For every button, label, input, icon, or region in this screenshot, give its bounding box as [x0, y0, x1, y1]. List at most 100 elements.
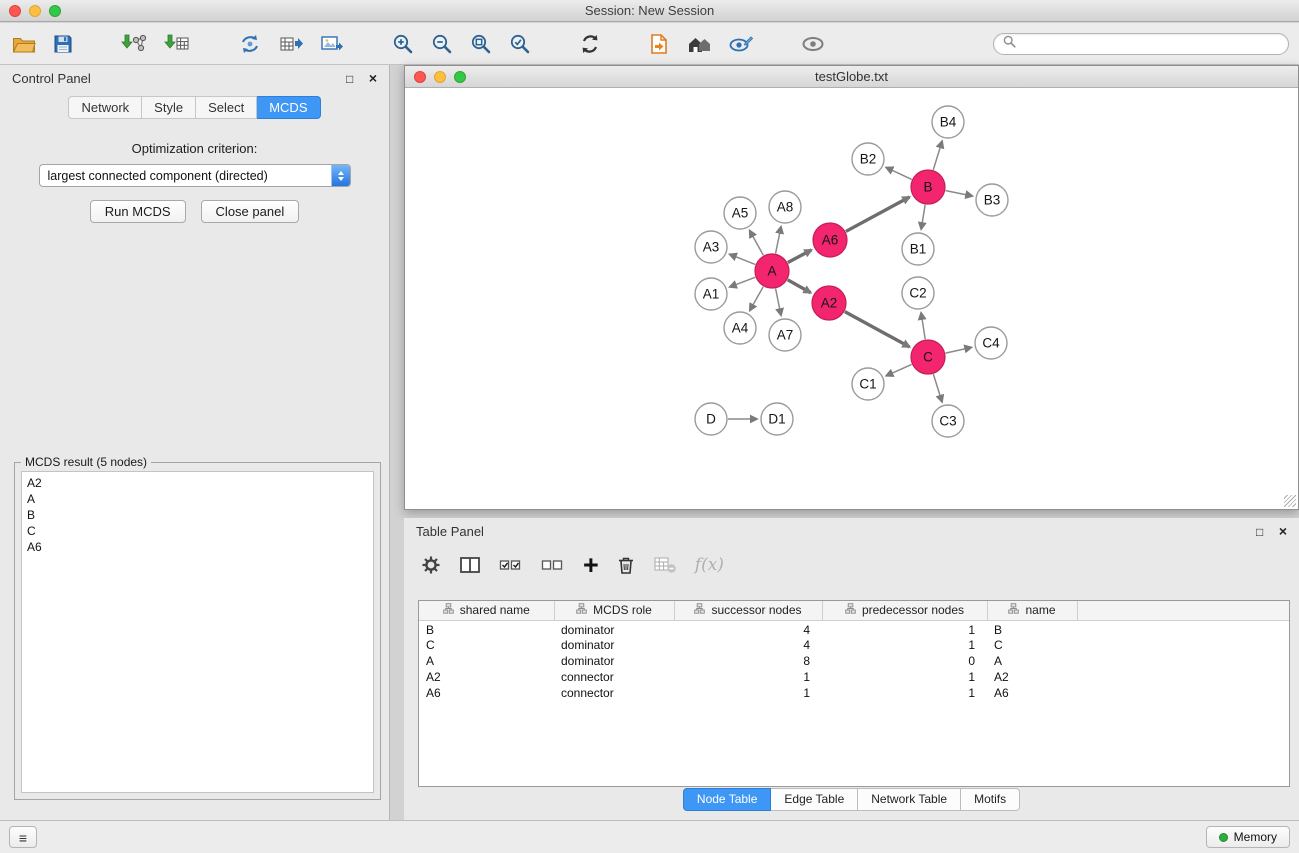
network-node-C3[interactable]: C3	[932, 405, 964, 437]
search-input[interactable]	[1021, 36, 1279, 52]
edge-B-B2[interactable]	[886, 167, 912, 179]
close-panel-icon[interactable]: ×	[369, 70, 377, 86]
edge-B-B4[interactable]	[933, 141, 942, 170]
close-panel-button[interactable]: Close panel	[201, 200, 300, 223]
network-node-A2[interactable]: A2	[812, 286, 846, 320]
edge-C-C2[interactable]	[921, 313, 925, 339]
edge-C-C4[interactable]	[946, 347, 972, 353]
open-file-panel-icon[interactable]	[649, 30, 669, 58]
zoom-fit-content-icon[interactable]	[470, 30, 492, 58]
network-node-A1[interactable]: A1	[695, 278, 727, 310]
table-row[interactable]: A2connector11A2	[419, 669, 1289, 685]
network-node-C[interactable]: C	[911, 340, 945, 374]
network-canvas[interactable]: B4 B2 B B3 A5 A8 A6 A3 B1 A C2 A1 A2 A4 A7 C4 C C1 D D1 C3	[405, 89, 1298, 509]
float-panel-icon[interactable]: □	[346, 72, 353, 86]
table-row[interactable]: Bdominator41B	[419, 620, 1289, 637]
run-mcds-button[interactable]: Run MCDS	[90, 200, 186, 223]
edge-A-A8[interactable]	[776, 227, 781, 254]
delete-columns-icon[interactable]	[617, 555, 635, 575]
zoom-selected-icon[interactable]	[509, 30, 531, 58]
apply-layout-icon[interactable]	[579, 30, 601, 58]
zoom-in-icon[interactable]	[392, 30, 414, 58]
network-node-B3[interactable]: B3	[976, 184, 1008, 216]
search-box[interactable]	[993, 33, 1289, 55]
edge-B-B3[interactable]	[946, 191, 973, 196]
table-row[interactable]: Cdominator41C	[419, 637, 1289, 653]
add-column-icon[interactable]: +	[583, 555, 599, 575]
column-header-predecessor-nodes[interactable]: predecessor nodes	[822, 601, 987, 620]
network-node-D1[interactable]: D1	[761, 403, 793, 435]
select-all-rows-icon[interactable]	[499, 555, 523, 575]
edge-A-A1[interactable]	[730, 277, 755, 287]
panel-menu-button[interactable]: ≡	[9, 826, 37, 848]
open-session-icon[interactable]	[12, 30, 36, 58]
memory-button[interactable]: Memory	[1206, 826, 1290, 848]
network-overview-icon[interactable]	[686, 30, 712, 58]
network-node-A5[interactable]: A5	[724, 197, 756, 229]
column-header-successor-nodes[interactable]: successor nodes	[674, 601, 822, 620]
export-network-icon[interactable]	[238, 30, 262, 58]
mcds-result-item[interactable]: A6	[27, 539, 368, 555]
network-minimize-button[interactable]	[434, 71, 446, 83]
edge-A-A4[interactable]	[750, 287, 763, 311]
tab-edge-table[interactable]: Edge Table	[771, 788, 858, 811]
edge-A2-C[interactable]	[845, 312, 910, 347]
deselect-all-rows-icon[interactable]	[541, 555, 565, 575]
network-node-A6[interactable]: A6	[813, 223, 847, 257]
network-close-button[interactable]	[414, 71, 426, 83]
table-float-panel-icon[interactable]: □	[1256, 525, 1263, 539]
network-maximize-button[interactable]	[454, 71, 466, 83]
tab-node-table[interactable]: Node Table	[683, 788, 772, 811]
column-header-mcds-role[interactable]: MCDS role	[554, 601, 674, 620]
column-header-name[interactable]: name	[987, 601, 1077, 620]
network-node-A8[interactable]: A8	[769, 191, 801, 223]
edge-B-B1[interactable]	[921, 205, 925, 229]
network-node-C1[interactable]: C1	[852, 368, 884, 400]
network-node-A3[interactable]: A3	[695, 231, 727, 263]
import-table-from-file-icon[interactable]	[164, 30, 190, 58]
network-node-A7[interactable]: A7	[769, 319, 801, 351]
network-node-B2[interactable]: B2	[852, 143, 884, 175]
edge-A-A3[interactable]	[730, 254, 756, 264]
maximize-window-button[interactable]	[49, 5, 61, 17]
mcds-result-item[interactable]: B	[27, 507, 368, 523]
tab-motifs[interactable]: Motifs	[961, 788, 1020, 811]
zoom-out-icon[interactable]	[431, 30, 453, 58]
tab-mcds[interactable]: MCDS	[257, 96, 320, 119]
tab-network-table[interactable]: Network Table	[858, 788, 961, 811]
import-network-from-file-icon[interactable]	[121, 30, 147, 58]
close-window-button[interactable]	[9, 5, 21, 17]
table-options-icon[interactable]	[421, 555, 441, 575]
edge-C-C3[interactable]	[933, 374, 942, 402]
minimize-window-button[interactable]	[29, 5, 41, 17]
tab-network[interactable]: Network	[68, 96, 142, 119]
network-node-A[interactable]: A	[755, 254, 789, 288]
network-node-A4[interactable]: A4	[724, 312, 756, 344]
edge-C-C1[interactable]	[886, 364, 911, 375]
optimization-dropdown[interactable]: largest connected component (directed)	[39, 164, 351, 187]
network-node-C2[interactable]: C2	[902, 277, 934, 309]
resize-grip-icon[interactable]	[1284, 495, 1296, 507]
column-header-shared-name[interactable]: shared name	[419, 601, 554, 620]
network-node-D[interactable]: D	[695, 403, 727, 435]
toggle-view-icon[interactable]	[801, 30, 825, 58]
network-node-B4[interactable]: B4	[932, 106, 964, 138]
tab-select[interactable]: Select	[196, 96, 257, 119]
network-node-C4[interactable]: C4	[975, 327, 1007, 359]
table-row[interactable]: A6connector11A6	[419, 685, 1289, 701]
export-image-icon[interactable]	[320, 30, 344, 58]
table-close-panel-icon[interactable]: ×	[1279, 523, 1287, 539]
save-session-icon[interactable]	[53, 30, 73, 58]
show-annotations-icon[interactable]	[729, 30, 753, 58]
edge-A6-B[interactable]	[846, 197, 910, 231]
network-node-B[interactable]: B	[911, 170, 945, 204]
edge-A-A2[interactable]	[788, 280, 811, 293]
mcds-result-list[interactable]: A2ABCA6	[21, 471, 374, 793]
tab-style[interactable]: Style	[142, 96, 196, 119]
edge-A-A7[interactable]	[776, 289, 781, 316]
mcds-result-item[interactable]: C	[27, 523, 368, 539]
network-node-B1[interactable]: B1	[902, 233, 934, 265]
mcds-result-item[interactable]: A2	[27, 475, 368, 491]
mcds-result-item[interactable]: A	[27, 491, 368, 507]
edge-A-A5[interactable]	[750, 231, 764, 256]
